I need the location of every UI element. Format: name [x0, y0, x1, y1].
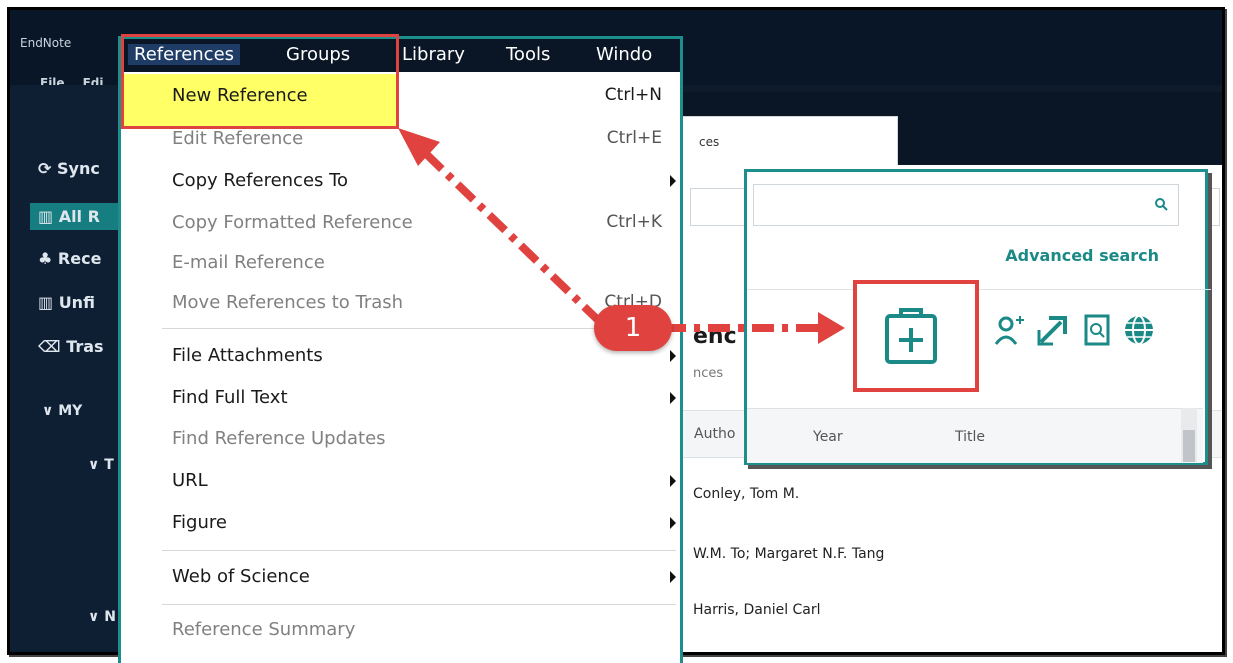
step-badge: 1	[594, 305, 672, 351]
arrow-to-menu	[417, 145, 603, 325]
arrow-head-right	[818, 312, 845, 344]
